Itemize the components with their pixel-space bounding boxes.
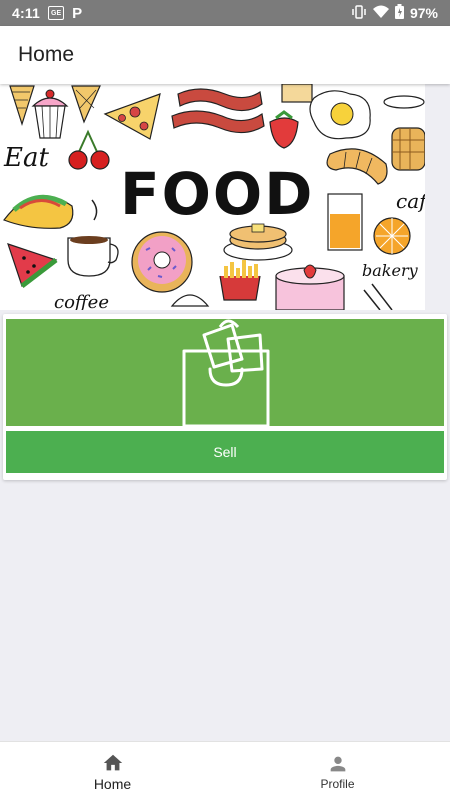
taco-icon: [3, 194, 74, 229]
page-title: Home: [18, 43, 75, 66]
wifi-icon: [372, 5, 389, 21]
coffee-doodle-text: coffee: [54, 292, 109, 310]
juice-glass-icon: [327, 193, 363, 251]
bacon-icon: [171, 88, 265, 134]
donut-icon: [131, 231, 193, 293]
cherries-icon: [68, 129, 110, 170]
parking-notification-icon: P: [72, 4, 83, 22]
nav-label-home: Home: [93, 775, 132, 792]
nav-item-home[interactable]: Home: [0, 742, 225, 801]
coffee-cup-icon: [67, 236, 119, 277]
fries-icon: [219, 260, 261, 301]
app-bar: Home: [0, 26, 450, 84]
cafe-doodle-text: caf: [396, 189, 425, 213]
status-bar: 4:11 GE P 97%: [0, 0, 450, 26]
strawberry-icon: [269, 110, 299, 149]
status-time: 4:11: [12, 5, 41, 21]
sell-card-image: [6, 319, 444, 426]
vibrate-icon: [351, 4, 367, 22]
nav-label-profile: Profile: [320, 776, 355, 791]
shopping-bag-icon: [182, 319, 270, 426]
egg-icon: [309, 90, 371, 140]
person-icon: [327, 753, 349, 775]
battery-icon: [394, 4, 404, 22]
nav-item-profile[interactable]: Profile: [225, 742, 450, 801]
bakery-doodle-text: bakery: [362, 261, 419, 280]
home-icon: [102, 752, 124, 774]
notification-badge-icon: GE: [48, 6, 65, 20]
waffle-icon: [391, 127, 425, 171]
cupcake-icon: [31, 89, 69, 139]
orange-icon: [373, 217, 411, 255]
cone-icon: [71, 85, 101, 124]
pancakes-icon: [223, 223, 293, 261]
battery-percentage: 97%: [409, 5, 438, 21]
sell-card[interactable]: Sell: [3, 314, 447, 480]
eat-doodle-text: Eat: [3, 143, 49, 173]
food-headline: FOOD: [120, 160, 314, 228]
bottom-navigation: Home Profile: [0, 741, 450, 801]
cake-icon: [275, 264, 345, 310]
watermelon-icon: [7, 243, 58, 288]
croissant-icon: [326, 148, 388, 185]
food-hero-image: Eat FOOD caf bakery coffee: [0, 84, 425, 310]
pizza-icon: [103, 93, 161, 140]
ice-cream-icon: [9, 85, 35, 126]
sell-button[interactable]: Sell: [6, 431, 444, 473]
